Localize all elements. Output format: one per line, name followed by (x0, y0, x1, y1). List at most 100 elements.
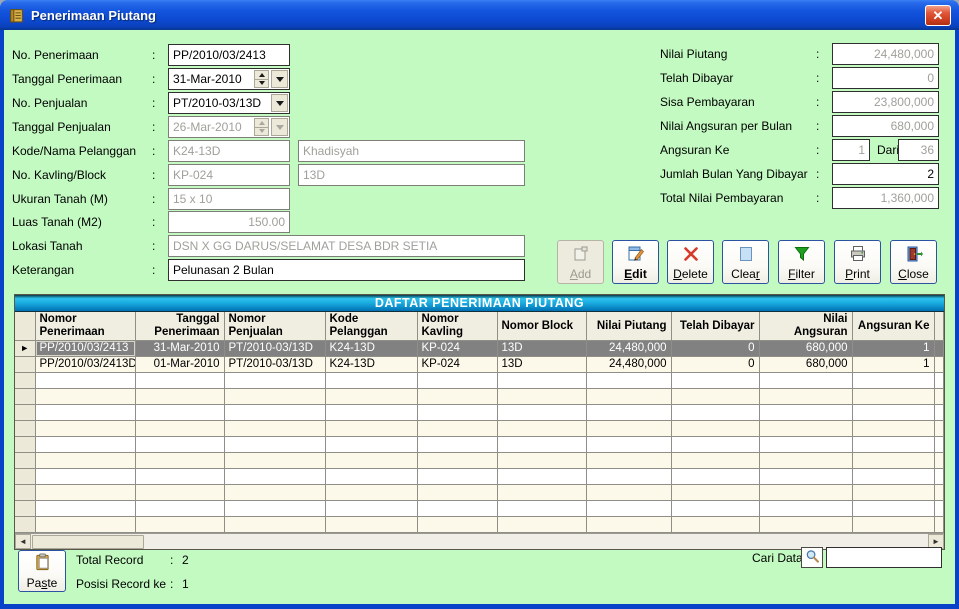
edit-button[interactable]: Edit (612, 240, 659, 284)
cell[interactable]: 13D (497, 341, 586, 357)
close-icon: ✕ (933, 9, 944, 22)
col-nilai-angsuran[interactable]: NilaiAngsuran (759, 312, 852, 341)
no-penerimaan-input[interactable] (168, 44, 290, 66)
cell[interactable]: K24-13D (325, 357, 417, 373)
kode-pelanggan-input (168, 140, 290, 162)
cell (671, 421, 759, 437)
sisa-pembayaran-input (832, 91, 939, 113)
scroll-left-icon[interactable]: ◄ (15, 534, 31, 549)
cell (135, 421, 224, 437)
angsuran-ke-input (832, 139, 870, 161)
cell[interactable]: 680,000 (759, 341, 852, 357)
col-nomor-penjualan[interactable]: NomorPenjualan (224, 312, 325, 341)
cell (586, 373, 671, 389)
cell[interactable]: PT/2010-03/13D (224, 341, 325, 357)
cell (852, 469, 934, 485)
grid-empty-row (15, 373, 944, 389)
keterangan-input[interactable] (168, 259, 525, 281)
col-telah-dibayar[interactable]: Telah Dibayar (671, 312, 759, 341)
cell-filler (934, 373, 944, 389)
cell[interactable]: PT/2010-03/13D (224, 357, 325, 373)
date-spinner (254, 118, 269, 136)
col-nomor-penerimaan[interactable]: NomorPenerimaan (35, 312, 135, 341)
cell (852, 437, 934, 453)
spin-up-icon[interactable] (254, 70, 269, 80)
label-keterangan: Keterangan (12, 263, 74, 277)
cell (586, 453, 671, 469)
cell (497, 405, 586, 421)
search-label: Cari Data (752, 551, 803, 565)
label-total-nilai-pembayaran: Total Nilai Pembayaran (660, 191, 783, 205)
cell (35, 421, 135, 437)
print-button[interactable]: Print (834, 240, 881, 284)
row-indicator (15, 469, 35, 485)
cell[interactable]: 0 (671, 357, 759, 373)
cell (852, 389, 934, 405)
cell (35, 405, 135, 421)
cell[interactable]: 1 (852, 341, 934, 357)
cell[interactable]: KP-024 (417, 357, 497, 373)
cell[interactable]: 13D (497, 357, 586, 373)
row-indicator (15, 373, 35, 389)
spin-down-icon[interactable] (254, 80, 269, 89)
col-kode-pelanggan[interactable]: KodePelanggan (325, 312, 417, 341)
cell (586, 437, 671, 453)
clear-button[interactable]: Clear (722, 240, 769, 284)
cell (586, 469, 671, 485)
cell (586, 405, 671, 421)
search-button[interactable] (801, 547, 823, 568)
colon: : (152, 168, 155, 182)
cell[interactable]: 680,000 (759, 357, 852, 373)
col-tanggal-penerimaan[interactable]: TanggalPenerimaan (135, 312, 224, 341)
cell (325, 501, 417, 517)
cell (35, 373, 135, 389)
cell (135, 437, 224, 453)
combo-dropdown-icon[interactable] (271, 94, 288, 112)
cell (497, 437, 586, 453)
cell (586, 517, 671, 533)
grid-row[interactable]: PP/2010/03/2413D 01-Mar-2010 PT/2010-03/… (15, 357, 944, 373)
cell (417, 421, 497, 437)
col-nomor-block[interactable]: Nomor Block (497, 312, 586, 341)
cell (586, 389, 671, 405)
lokasi-tanah-input (168, 235, 525, 257)
filter-button[interactable]: Filter (778, 240, 825, 284)
label-ukuran-tanah: Ukuran Tanah (M) (12, 192, 108, 206)
cell (224, 517, 325, 533)
search-input[interactable] (826, 547, 942, 568)
cell[interactable]: 01-Mar-2010 (135, 357, 224, 373)
cell[interactable]: PP/2010/03/2413 (35, 341, 135, 357)
col-nomor-kavling[interactable]: NomorKavling (417, 312, 497, 341)
paste-button[interactable]: Paste (18, 550, 66, 592)
cell[interactable]: PP/2010/03/2413D (35, 357, 135, 373)
close-form-button[interactable]: Close (890, 240, 937, 284)
close-window-button[interactable]: ✕ (925, 5, 951, 26)
row-indicator-icon: ► (15, 341, 35, 357)
calendar-dropdown-icon[interactable] (271, 70, 288, 88)
cell (497, 389, 586, 405)
grid-row-selected[interactable]: ► PP/2010/03/2413 31-Mar-2010 PT/2010-03… (15, 341, 944, 357)
cell[interactable]: 0 (671, 341, 759, 357)
delete-button[interactable]: Delete (667, 240, 714, 284)
cell[interactable]: K24-13D (325, 341, 417, 357)
label-luas-tanah: Luas Tanah (M2) (12, 215, 102, 229)
colon: : (152, 239, 155, 253)
cell[interactable]: 24,480,000 (586, 357, 671, 373)
cell[interactable]: KP-024 (417, 341, 497, 357)
tanggal-penerimaan-datepicker[interactable]: 31-Mar-2010 (168, 68, 290, 90)
cell (135, 501, 224, 517)
col-angsuran-ke[interactable]: Angsuran Ke (852, 312, 934, 341)
total-pembayaran-input (832, 187, 939, 209)
cell[interactable]: 1 (852, 357, 934, 373)
cell[interactable]: 31-Mar-2010 (135, 341, 224, 357)
cell[interactable]: 24,480,000 (586, 341, 671, 357)
jumlah-bulan-input[interactable] (832, 163, 939, 185)
cell (759, 517, 852, 533)
scrollbar-thumb[interactable] (32, 535, 144, 549)
cell (417, 389, 497, 405)
col-nilai-piutang[interactable]: Nilai Piutang (586, 312, 671, 341)
no-penjualan-combobox[interactable]: PT/2010-03/13D (168, 92, 290, 114)
colon: : (816, 71, 819, 85)
cell (417, 453, 497, 469)
app-window: Penerimaan Piutang ✕ No. Penerimaan : Ta… (0, 0, 959, 609)
